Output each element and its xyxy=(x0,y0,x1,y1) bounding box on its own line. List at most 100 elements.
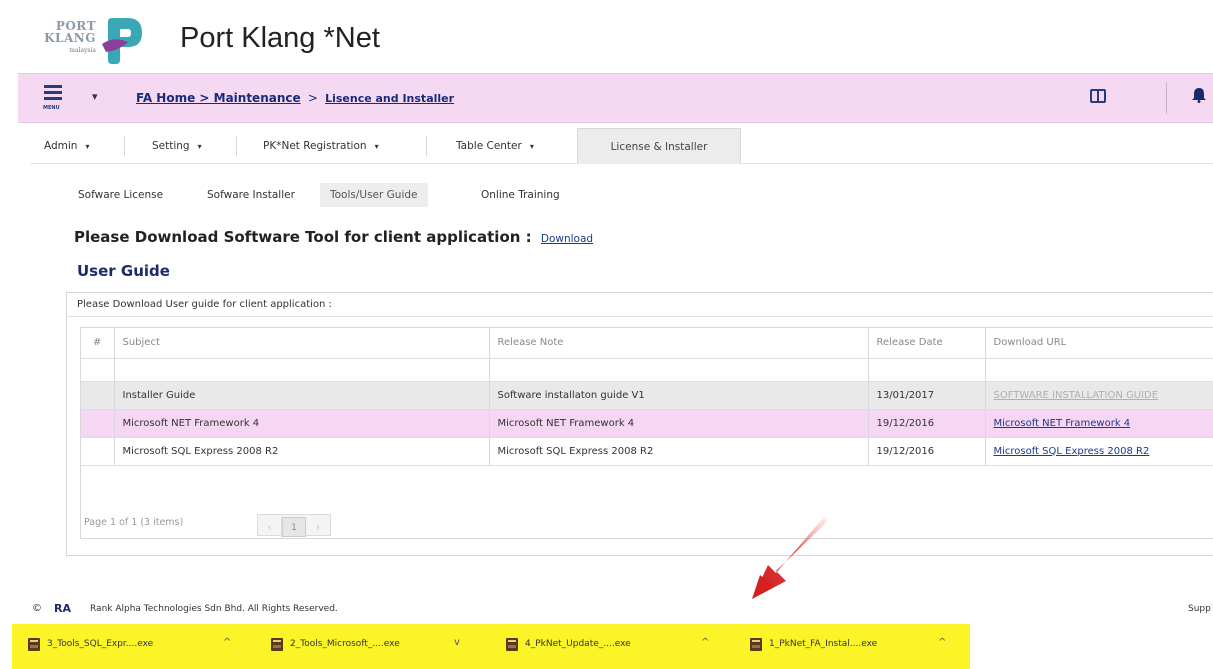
download-item[interactable]: 3_Tools_SQL_Expr....exe ^ xyxy=(28,637,258,655)
breadcrumb-current-link[interactable]: Lisence and Installer xyxy=(325,92,454,105)
footer-support-link[interactable]: Supp xyxy=(1188,604,1211,614)
logo-mark-icon xyxy=(102,18,142,64)
breadcrumb-navbar: MENU ▾ FA Home > Maintenance > Lisence a… xyxy=(18,73,1213,123)
download-item[interactable]: 4_PkNet_Update_....exe ^ xyxy=(506,637,726,655)
bell-icon[interactable] xyxy=(1192,87,1206,103)
app-title: Port Klang *Net xyxy=(180,22,380,54)
file-icon xyxy=(28,638,40,651)
tab-separator xyxy=(124,136,125,156)
tab-license-installer[interactable]: License & Installer xyxy=(577,128,741,164)
download-tool-heading: Please Download Software Tool for client… xyxy=(74,228,593,246)
page-footer: © RA Rank Alpha Technologies Sdn Bhd. Al… xyxy=(0,598,1213,618)
tab-label: Admin xyxy=(44,140,78,152)
chevron-down-icon: ▾ xyxy=(374,142,379,151)
download-item[interactable]: 1_PkNet_FA_Instal....exe ^ xyxy=(750,637,960,655)
download-filename: 1_PkNet_FA_Instal....exe xyxy=(769,639,878,649)
breadcrumb-separator: > xyxy=(307,91,318,105)
table-row[interactable]: Microsoft NET Framework 4 Microsoft NET … xyxy=(81,409,1213,438)
tab-separator xyxy=(236,136,237,156)
download-item[interactable]: 2_Tools_Microsoft_....exe v xyxy=(271,637,501,655)
cell-release-date: 19/12/2016 xyxy=(868,437,986,466)
download-link[interactable]: Microsoft NET Framework 4 xyxy=(994,418,1131,429)
table-row[interactable]: Installer Guide Software installaton gui… xyxy=(81,381,1213,410)
cell-release-date: 13/01/2017 xyxy=(868,381,986,410)
pager-summary: Page 1 of 1 (3 items) xyxy=(84,517,184,528)
chevron-down-icon: ▾ xyxy=(529,142,534,151)
book-icon[interactable] xyxy=(1090,89,1106,103)
filter-cell[interactable] xyxy=(114,358,490,382)
subtab-online-training[interactable]: Online Training xyxy=(481,183,560,207)
download-filename: 3_Tools_SQL_Expr....exe xyxy=(47,639,154,649)
cell-download-url: Microsoft NET Framework 4 xyxy=(985,409,1213,438)
port-klang-logo[interactable]: PORT KLANG malaysia xyxy=(38,16,150,66)
table-row[interactable]: Microsoft SQL Express 2008 R2 Microsoft … xyxy=(81,437,1213,466)
breadcrumb: FA Home > Maintenance > Lisence and Inst… xyxy=(136,91,454,105)
subtab-tools-user-guide[interactable]: Tools/User Guide xyxy=(320,183,428,207)
tab-table-center[interactable]: Table Center ▾ xyxy=(456,128,534,164)
file-icon xyxy=(506,638,518,651)
menu-bar-icon xyxy=(44,97,62,100)
hamburger-menu-button[interactable]: MENU xyxy=(40,82,68,114)
filter-cell[interactable] xyxy=(868,358,986,382)
subtab-software-license[interactable]: Sofware License xyxy=(78,183,163,207)
row-indicator xyxy=(81,437,115,466)
cell-subject: Microsoft SQL Express 2008 R2 xyxy=(114,437,490,466)
filter-cell[interactable] xyxy=(985,358,1213,382)
tab-label: License & Installer xyxy=(610,141,708,153)
page: PORT KLANG malaysia Port Klang *Net MENU… xyxy=(0,0,1213,669)
cell-subject: Microsoft NET Framework 4 xyxy=(114,409,490,438)
footer-copyright: Rank Alpha Technologies Sdn Bhd. All Rig… xyxy=(90,604,338,614)
app-header: PORT KLANG malaysia Port Klang *Net xyxy=(0,0,1213,72)
column-header-download-url[interactable]: Download URL xyxy=(985,328,1213,359)
main-tabs: Admin ▾ Setting ▾ PK*Net Registration ▾ Tab… xyxy=(30,128,1213,164)
file-icon xyxy=(271,638,283,651)
subtab-software-installer[interactable]: Sofware Installer xyxy=(207,183,295,207)
user-guide-grid: # Subject Release Note Release Date Down… xyxy=(80,327,1213,539)
cell-download-url: Microsoft SQL Express 2008 R2 xyxy=(985,437,1213,466)
chevron-up-icon[interactable]: ^ xyxy=(938,637,946,648)
column-header-subject[interactable]: Subject xyxy=(114,328,490,359)
row-indicator xyxy=(81,409,115,438)
menu-caret-icon[interactable]: ▾ xyxy=(92,90,98,103)
chevron-down-icon: ▾ xyxy=(85,142,90,151)
user-guide-table: # Subject Release Note Release Date Down… xyxy=(81,328,1213,466)
menu-label: MENU xyxy=(43,105,60,111)
copyright-symbol: © xyxy=(32,603,42,614)
pager-prev-button[interactable]: ‹ xyxy=(258,518,282,538)
cell-release-note: Microsoft SQL Express 2008 R2 xyxy=(489,437,869,466)
chevron-up-icon[interactable]: ^ xyxy=(701,637,709,648)
cell-release-date: 19/12/2016 xyxy=(868,409,986,438)
tab-admin[interactable]: Admin ▾ xyxy=(44,128,89,164)
chevron-down-icon: ▾ xyxy=(197,142,202,151)
panel-divider xyxy=(67,316,1213,317)
user-guide-panel: Please Download User guide for client ap… xyxy=(66,292,1213,556)
column-header-release-note[interactable]: Release Note xyxy=(489,328,869,359)
download-tool-link[interactable]: Download xyxy=(541,233,593,245)
download-link[interactable]: Microsoft SQL Express 2008 R2 xyxy=(994,446,1150,457)
breadcrumb-home-link[interactable]: FA Home > Maintenance xyxy=(136,91,301,105)
tab-label: Setting xyxy=(152,140,190,152)
column-header-release-date[interactable]: Release Date xyxy=(868,328,986,359)
filter-cell[interactable] xyxy=(489,358,869,382)
tab-setting[interactable]: Setting ▾ xyxy=(152,128,202,164)
pager-next-button[interactable]: › xyxy=(306,518,330,538)
download-filename: 4_PkNet_Update_....exe xyxy=(525,639,631,649)
user-guide-title: User Guide xyxy=(77,262,170,280)
pager-buttons: ‹ 1 › xyxy=(257,514,331,538)
chevron-down-icon[interactable]: v xyxy=(454,637,460,648)
logo-text: PORT KLANG malaysia xyxy=(38,20,96,57)
column-header-hash[interactable]: # xyxy=(81,328,115,359)
tab-pknet-registration[interactable]: PK*Net Registration ▾ xyxy=(263,128,379,164)
row-indicator xyxy=(81,381,115,410)
chevron-up-icon[interactable]: ^ xyxy=(223,637,231,648)
pager-page-button[interactable]: 1 xyxy=(282,517,306,537)
file-icon xyxy=(750,638,762,651)
table-header-row: # Subject Release Note Release Date Down… xyxy=(81,328,1213,359)
tab-separator xyxy=(426,136,427,156)
user-guide-caption: Please Download User guide for client ap… xyxy=(77,299,332,310)
filter-cell[interactable] xyxy=(81,358,115,382)
download-link[interactable]: SOFTWARE INSTALLATION GUIDE xyxy=(994,390,1159,401)
menu-bar-icon xyxy=(44,85,62,88)
download-tool-text: Please Download Software Tool for client… xyxy=(74,228,532,246)
logo-line-3: malaysia xyxy=(69,47,96,54)
